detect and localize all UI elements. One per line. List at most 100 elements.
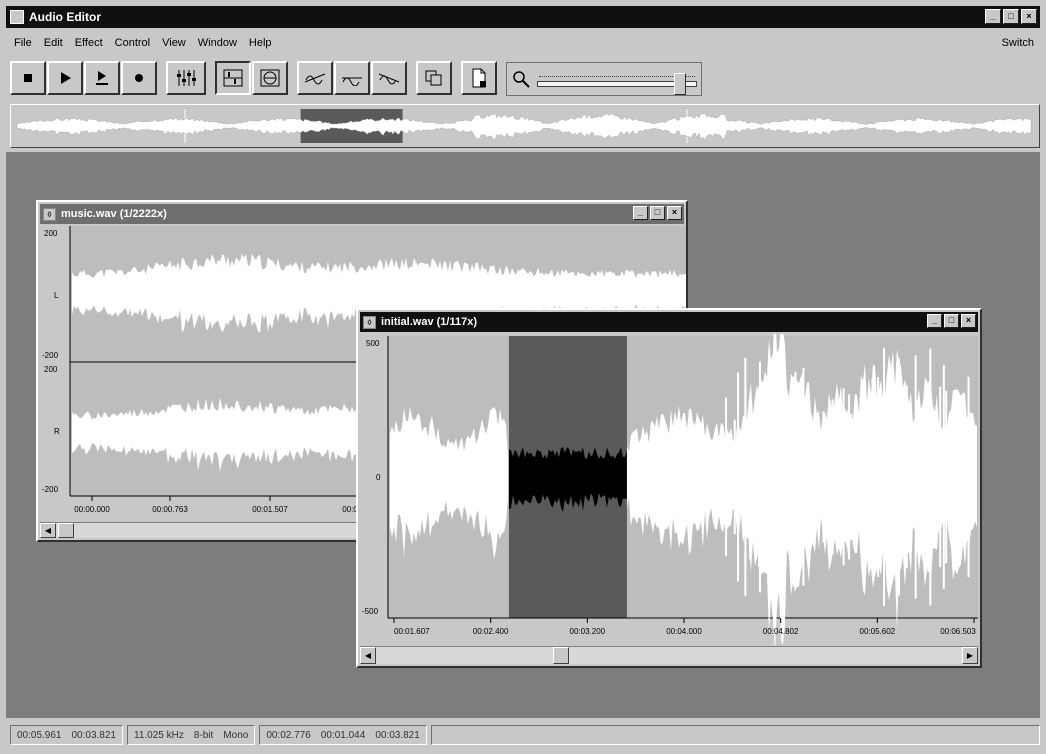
status-bar: 00:05.961 00:03.821 11.025 kHz 8-bit Mon…	[6, 722, 1040, 748]
initial-wav-waveform[interactable]: 500 0 -500 00:01.607 00:02.400 00:03.200 00:04…	[360, 334, 980, 646]
waveform-overview[interactable]	[10, 104, 1040, 148]
wave-spike	[967, 376, 970, 578]
record-icon	[135, 74, 143, 82]
wave-spike	[831, 399, 834, 555]
audio-editor-app: Audio Editor _ □ × File Edit Effect Cont…	[0, 0, 1046, 754]
stop-button[interactable]	[10, 61, 46, 95]
waveform-view-button[interactable]	[215, 61, 251, 95]
wave-spike	[772, 384, 775, 570]
wave-spike	[822, 411, 825, 543]
menu-file[interactable]: File	[14, 37, 32, 49]
window-icon: ◊	[363, 315, 376, 329]
wave-spike	[905, 385, 908, 569]
status-channels: Mono	[223, 729, 249, 741]
left-y-max-label: 200	[44, 229, 58, 238]
menu-window[interactable]: Window	[198, 37, 237, 49]
close-button[interactable]: ×	[1021, 9, 1037, 24]
fade-in-button[interactable]	[297, 61, 333, 95]
x-tick-label: 00:01.507	[252, 505, 288, 514]
zoom-ticks	[539, 71, 695, 77]
wave-spike	[794, 371, 797, 583]
status-selection-start: 00:02.776	[266, 729, 311, 741]
initial-wav-minimize-button[interactable]: _	[927, 314, 942, 328]
wave-spike	[848, 394, 851, 560]
maximize-button[interactable]: □	[1003, 9, 1019, 24]
zoom-slider-thumb[interactable]	[674, 73, 687, 95]
zoom-slider[interactable]	[537, 73, 697, 95]
menu-view[interactable]: View	[162, 37, 186, 49]
music-wav-maximize-button[interactable]: □	[650, 206, 665, 220]
status-sample-rate: 11.025 kHz	[134, 729, 184, 741]
stop-icon	[24, 74, 32, 82]
wave-spike	[883, 347, 886, 607]
scroll-left-arrow[interactable]: ◀	[360, 647, 376, 664]
scroll-right-arrow[interactable]: ▶	[962, 647, 978, 664]
x-tick-label: 00:04.802	[763, 627, 799, 636]
initial-wav-window: ◊ initial.wav (1/117x) _ □ × 500 0 -500 00:…	[356, 308, 982, 668]
music-wav-scroll-thumb[interactable]	[58, 523, 74, 538]
app-icon	[10, 10, 24, 24]
scroll-left-arrow[interactable]: ◀	[40, 523, 56, 538]
menu-help[interactable]: Help	[249, 37, 272, 49]
initial-wav-close-button[interactable]: ×	[961, 314, 976, 328]
copy-icon	[425, 70, 442, 86]
play-to-end-button[interactable]	[84, 61, 120, 95]
new-document-button[interactable]	[461, 61, 497, 95]
wave-spike	[758, 361, 761, 593]
fade-out-button[interactable]	[371, 61, 407, 95]
play-icon	[61, 72, 71, 84]
minimize-button[interactable]: _	[985, 9, 1001, 24]
menu-effect[interactable]: Effect	[75, 37, 103, 49]
wave-spike	[927, 381, 930, 573]
y-max-label: 500	[366, 339, 380, 348]
left-y-min-label: -200	[42, 351, 59, 360]
status-format-cell: 11.025 kHz 8-bit Mono	[127, 725, 256, 745]
initial-wav-titlebar[interactable]: ◊ initial.wav (1/117x) _ □ ×	[360, 312, 978, 332]
wave-spike	[929, 348, 932, 606]
initial-wav-maximize-button[interactable]: □	[944, 314, 959, 328]
initial-wav-window-controls: _ □ ×	[927, 314, 976, 328]
document-group	[461, 61, 498, 97]
copy-button[interactable]	[416, 61, 452, 95]
music-wav-minimize-button[interactable]: _	[633, 206, 648, 220]
music-wav-title: music.wav (1/2222x)	[61, 208, 167, 220]
initial-wav-scrollbar[interactable]: ◀ ▶	[360, 646, 978, 664]
wave-spike	[837, 414, 840, 540]
wave-spike	[939, 386, 942, 568]
mdi-workspace: ◊ music.wav (1/2222x) _ □ × 200 L -200 200 R…	[6, 152, 1040, 718]
waveform-view-icon	[223, 69, 243, 87]
initial-wav-scroll-thumb[interactable]	[552, 647, 569, 664]
status-cursor-cell: 00:05.961 00:03.821	[10, 725, 123, 745]
wave-spike	[790, 383, 793, 571]
play-button[interactable]	[47, 61, 83, 95]
normalize-button[interactable]	[334, 61, 370, 95]
mixer-button[interactable]	[166, 61, 206, 95]
wave-spike	[942, 365, 945, 589]
mixer-group	[166, 61, 207, 97]
x-tick-label: 00:03.200	[570, 627, 606, 636]
zoom-icon	[513, 71, 530, 88]
overview-waveform	[15, 109, 1035, 143]
music-wav-titlebar[interactable]: ◊ music.wav (1/2222x) _ □ ×	[40, 204, 684, 224]
record-button[interactable]	[121, 61, 157, 95]
menu-control[interactable]: Control	[115, 37, 150, 49]
status-selection-length: 00:01.044	[320, 729, 366, 741]
x-tick-label: 00:06.503	[940, 627, 976, 636]
spectrum-view-button[interactable]	[252, 61, 288, 95]
app-titlebar[interactable]: Audio Editor _ □ ×	[6, 6, 1040, 28]
right-y-min-label: -200	[42, 485, 59, 494]
wave-spike	[733, 419, 736, 535]
y-min-label: -500	[362, 607, 379, 616]
menu-switch[interactable]: Switch	[1002, 37, 1034, 49]
music-wav-close-button[interactable]: ×	[667, 206, 682, 220]
menu-edit[interactable]: Edit	[44, 37, 63, 49]
mixer-icon	[177, 70, 196, 86]
effect-group	[297, 61, 408, 97]
wave-spike	[898, 358, 901, 596]
spectrum-view-icon	[260, 69, 280, 87]
play-to-end-icon	[96, 71, 108, 85]
wave-spike	[915, 400, 918, 554]
new-document-icon	[472, 68, 486, 88]
fade-out-icon	[378, 73, 400, 85]
x-tick-label: 00:04.000	[666, 627, 702, 636]
